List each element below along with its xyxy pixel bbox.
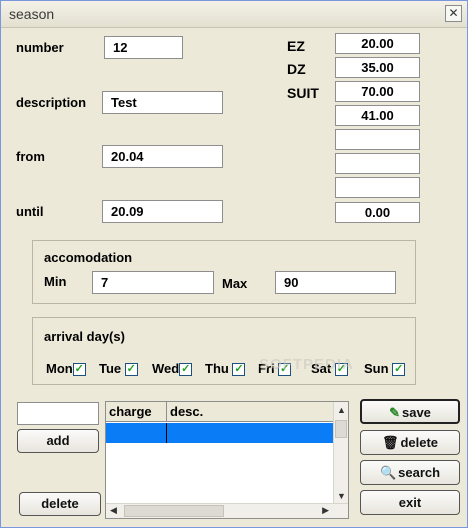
day-wed[interactable]: Wed ✓ <box>152 361 193 377</box>
price-field-5[interactable] <box>335 129 420 150</box>
dz-label: DZ <box>287 61 306 77</box>
dz-field[interactable]: 35.00 <box>335 57 420 78</box>
min-field[interactable]: 7 <box>92 271 214 294</box>
search-icon: 🔍 <box>379 465 397 480</box>
arrival-title: arrival day(s) <box>44 329 125 344</box>
horizontal-scrollbar[interactable]: ◀ ▶ <box>106 503 348 518</box>
day-tue[interactable]: Tue ✓ <box>99 361 138 377</box>
until-field[interactable]: 20.09 <box>102 200 223 223</box>
save-label: save <box>401 405 431 420</box>
scroll-right-icon[interactable]: ▶ <box>322 505 329 516</box>
delete-label: delete <box>400 435 439 450</box>
column-header-charge[interactable]: charge <box>106 402 167 422</box>
price-field-8[interactable]: 0.00 <box>335 202 420 223</box>
add-button[interactable]: add <box>17 429 99 453</box>
charge-input[interactable] <box>17 402 99 425</box>
day-thu[interactable]: Thu ✓ <box>205 361 246 377</box>
table-row-selected[interactable] <box>106 423 334 443</box>
from-field[interactable]: 20.04 <box>102 145 223 168</box>
accomodation-title: accomodation <box>44 250 133 265</box>
day-label: Wed <box>152 361 180 376</box>
exit-button[interactable]: exit <box>360 490 460 515</box>
ez-label: EZ <box>287 38 305 54</box>
charges-table[interactable]: charge desc. ▲ ▼ ◀ ▶ <box>105 401 349 519</box>
until-label: until <box>16 204 44 219</box>
price-field-7[interactable] <box>335 177 420 198</box>
checkbox-thu[interactable]: ✓ <box>232 363 246 377</box>
day-label: Mon <box>46 361 73 376</box>
max-label: Max <box>222 276 248 291</box>
scroll-up-icon[interactable]: ▲ <box>337 405 346 415</box>
number-field[interactable]: 12 <box>104 36 183 59</box>
vertical-scroll-thumb[interactable] <box>335 420 347 438</box>
day-sun[interactable]: Sun ✓ <box>364 361 406 377</box>
vertical-scrollbar[interactable]: ▲ ▼ <box>333 402 348 518</box>
search-label: search <box>398 465 441 480</box>
checkbox-sun[interactable]: ✓ <box>392 363 406 377</box>
horizontal-scroll-thumb[interactable] <box>124 505 224 517</box>
delete-charge-button[interactable]: delete <box>19 492 101 516</box>
price-field-4[interactable]: 41.00 <box>335 105 420 126</box>
column-header-desc[interactable]: desc. <box>167 402 334 422</box>
watermark: SOFTPEDIA <box>259 356 354 373</box>
description-label: description <box>16 95 87 110</box>
checkbox-tue[interactable]: ✓ <box>124 363 138 377</box>
day-label: Tue <box>99 361 122 376</box>
suit-label: SUIT <box>287 85 319 101</box>
title-bar: season ✕ <box>1 1 467 28</box>
min-label: Min <box>44 274 67 289</box>
trash-icon: 🗑 <box>381 435 399 450</box>
save-button[interactable]: ✎ save <box>360 399 460 424</box>
season-window: season ✕ number 12 description Test from… <box>0 0 468 528</box>
day-mon[interactable]: Mon ✓ <box>46 361 86 377</box>
ez-field[interactable]: 20.00 <box>335 33 420 54</box>
window-title: season <box>9 6 55 22</box>
from-label: from <box>16 149 45 164</box>
description-field[interactable]: Test <box>102 91 223 114</box>
delete-button[interactable]: 🗑 delete <box>360 430 460 455</box>
suit-field[interactable]: 70.00 <box>335 81 420 102</box>
price-field-6[interactable] <box>335 153 420 174</box>
scroll-down-icon[interactable]: ▼ <box>337 491 346 501</box>
checkbox-wed[interactable]: ✓ <box>179 363 193 377</box>
number-label: number <box>16 40 64 55</box>
day-label: Sun <box>364 361 389 376</box>
scroll-left-icon[interactable]: ◀ <box>110 505 117 516</box>
checkbox-mon[interactable]: ✓ <box>72 363 86 377</box>
close-icon[interactable]: ✕ <box>445 5 462 22</box>
save-icon: ✎ <box>389 405 400 420</box>
search-button[interactable]: 🔍 search <box>360 460 460 485</box>
max-field[interactable]: 90 <box>275 271 396 294</box>
cell-divider <box>166 423 167 443</box>
day-label: Thu <box>205 361 229 376</box>
